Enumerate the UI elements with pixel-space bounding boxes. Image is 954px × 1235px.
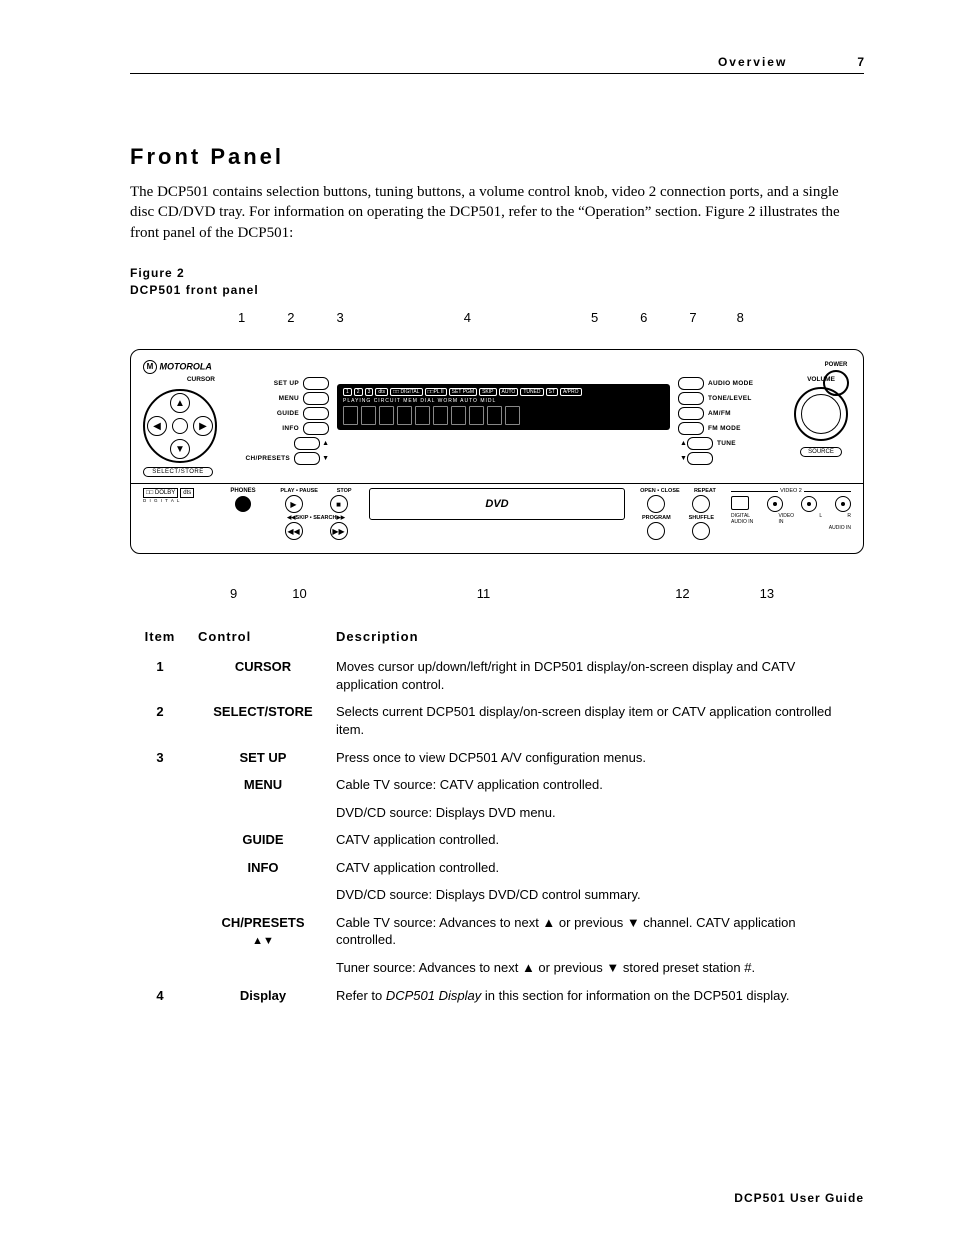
table-row: 2SELECT/STORESelects current DCP501 disp… bbox=[130, 703, 864, 748]
front-panel-figure: 1 2 3 4 5 6 7 8 M MOTOROLA POWER CURSOR bbox=[130, 310, 864, 601]
controls-table: Item Control Description 1CURSORMoves cu… bbox=[130, 629, 864, 1014]
table-row: DVD/CD source: Displays DVD menu. bbox=[130, 804, 864, 832]
section-name: Overview bbox=[718, 55, 787, 69]
play-pause-icon: ▶ bbox=[285, 495, 303, 513]
open-close-icon bbox=[647, 495, 665, 513]
table-row: 3SET UPPress once to view DCP501 A/V con… bbox=[130, 749, 864, 777]
table-row: INFOCATV application controlled. bbox=[130, 859, 864, 887]
disc-controls: OPEN • CLOSE REPEAT PROGRAM SHUFFLE bbox=[633, 488, 723, 540]
intro-paragraph: The DCP501 contains selection buttons, t… bbox=[130, 182, 864, 243]
table-row: Tuner source: Advances to next ▲ or prev… bbox=[130, 959, 864, 987]
shuffle-icon bbox=[692, 522, 710, 540]
tune-down-button bbox=[687, 452, 713, 465]
select-store-button: SELECT/STORE bbox=[143, 467, 213, 477]
th-description: Description bbox=[336, 629, 864, 658]
th-item: Item bbox=[130, 629, 198, 658]
program-icon bbox=[647, 522, 665, 540]
table-row: CH/PRESETS▲▼Cable TV source: Advances to… bbox=[130, 914, 864, 959]
transport-controls: PLAY • PAUSE STOP ▶ ■ ◀◀SKIP • SEARCH▶▶ … bbox=[271, 488, 361, 540]
footer: DCP501 User Guide bbox=[734, 1191, 864, 1205]
phones-jack: PHONES bbox=[223, 488, 263, 512]
table-row: 1CURSORMoves cursor up/down/left/right i… bbox=[130, 658, 864, 703]
cursor-left-icon: ◀ bbox=[147, 416, 167, 436]
callouts-bottom: 9 10 11 12 13 bbox=[130, 586, 864, 601]
skip-fwd-icon: ▶▶ bbox=[330, 522, 348, 540]
skip-back-icon: ◀◀ bbox=[285, 522, 303, 540]
fmmode-button bbox=[678, 422, 704, 435]
svideo-jack-icon bbox=[731, 496, 749, 510]
dolby-dts-badge: □□ DOLBY dts D I G I T A L bbox=[143, 488, 215, 503]
cursor-pad: ▲ ▼ ◀ ▶ bbox=[143, 389, 217, 463]
audiomode-button bbox=[678, 377, 704, 390]
cursor-up-icon: ▲ bbox=[170, 393, 190, 413]
guide-button bbox=[303, 407, 329, 420]
setup-button bbox=[303, 377, 329, 390]
table-row: 4DisplayRefer to DCP501 Display in this … bbox=[130, 987, 864, 1015]
ch-down-button bbox=[294, 452, 320, 465]
rca-video-icon bbox=[767, 496, 783, 512]
lcd-display: 123dts□□ DIGITAL□□PL IISET PGMSKIPAUTOTU… bbox=[337, 384, 670, 430]
table-row: GUIDECATV application controlled. bbox=[130, 831, 864, 859]
brand-logo: M MOTOROLA bbox=[143, 360, 851, 374]
right-menu-column: AUDIO MODE TONE/LEVEL AM/FM FM MODE ▲TUN… bbox=[678, 376, 783, 466]
page-title: Front Panel bbox=[130, 144, 864, 170]
th-control: Control bbox=[198, 629, 336, 658]
page-number: 7 bbox=[857, 55, 864, 69]
table-row: DVD/CD source: Displays DVD/CD control s… bbox=[130, 886, 864, 914]
table-row: MENUCable TV source: CATV application co… bbox=[130, 776, 864, 804]
ch-up-button bbox=[294, 437, 320, 450]
video2-inputs: VIDEO 2 DIGITALAUDIO IN VIDEOIN L R AUDI… bbox=[731, 488, 851, 531]
callouts-top: 1 2 3 4 5 6 7 8 bbox=[130, 310, 864, 325]
device-chassis: M MOTOROLA POWER CURSOR ▲ ▼ ◀ ▶ bbox=[130, 349, 864, 554]
left-menu-column: SET UP MENU GUIDE INFO ▲ CH/PRESETS▼ bbox=[229, 376, 329, 466]
figure-caption: Figure 2 DCP501 front panel bbox=[130, 265, 864, 299]
repeat-icon bbox=[692, 495, 710, 513]
tonelevel-button bbox=[678, 392, 704, 405]
rca-right-icon bbox=[835, 496, 851, 512]
tune-up-button bbox=[687, 437, 713, 450]
running-header: Overview 7 bbox=[130, 55, 864, 74]
disc-tray: DVD bbox=[369, 488, 625, 520]
source-button: SOURCE bbox=[800, 447, 842, 457]
amfm-button bbox=[678, 407, 704, 420]
menu-button bbox=[303, 392, 329, 405]
stop-icon: ■ bbox=[330, 495, 348, 513]
cursor-right-icon: ▶ bbox=[193, 416, 213, 436]
cursor-down-icon: ▼ bbox=[170, 439, 190, 459]
rca-left-icon bbox=[801, 496, 817, 512]
info-button bbox=[303, 422, 329, 435]
